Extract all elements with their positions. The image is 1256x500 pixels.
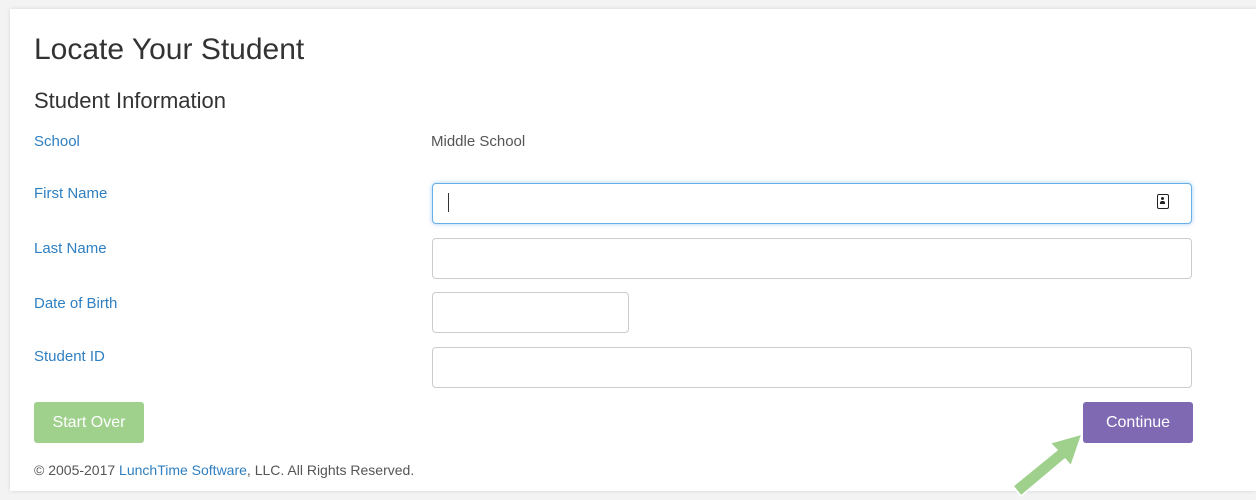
last-name-label: Last Name [34,240,107,257]
footer-copyright: © 2005-2017 LunchTime Software, LLC. All… [34,462,414,478]
footer-prefix: © 2005-2017 [34,462,120,478]
student-id-label: Student ID [34,348,105,365]
contact-card-icon[interactable] [1157,194,1169,209]
school-value: Middle School [431,133,526,150]
last-name-input[interactable] [432,238,1192,279]
form-card: Locate Your Student Student Information … [10,9,1256,497]
first-name-label: First Name [34,185,108,202]
school-label: School [34,133,80,150]
page-title: Locate Your Student [34,33,305,66]
footer-suffix: , LLC. All Rights Reserved. [246,462,415,478]
lunchtime-software-link[interactable]: LunchTime Software [119,462,247,478]
dob-label: Date of Birth [34,295,118,312]
text-caret [448,193,449,212]
section-title: Student Information [34,88,227,113]
first-name-input[interactable] [432,183,1192,224]
start-over-button[interactable]: Start Over [34,402,144,443]
date-of-birth-input[interactable] [432,292,629,333]
arrow-icon [1012,433,1083,497]
student-id-input[interactable] [432,347,1192,388]
